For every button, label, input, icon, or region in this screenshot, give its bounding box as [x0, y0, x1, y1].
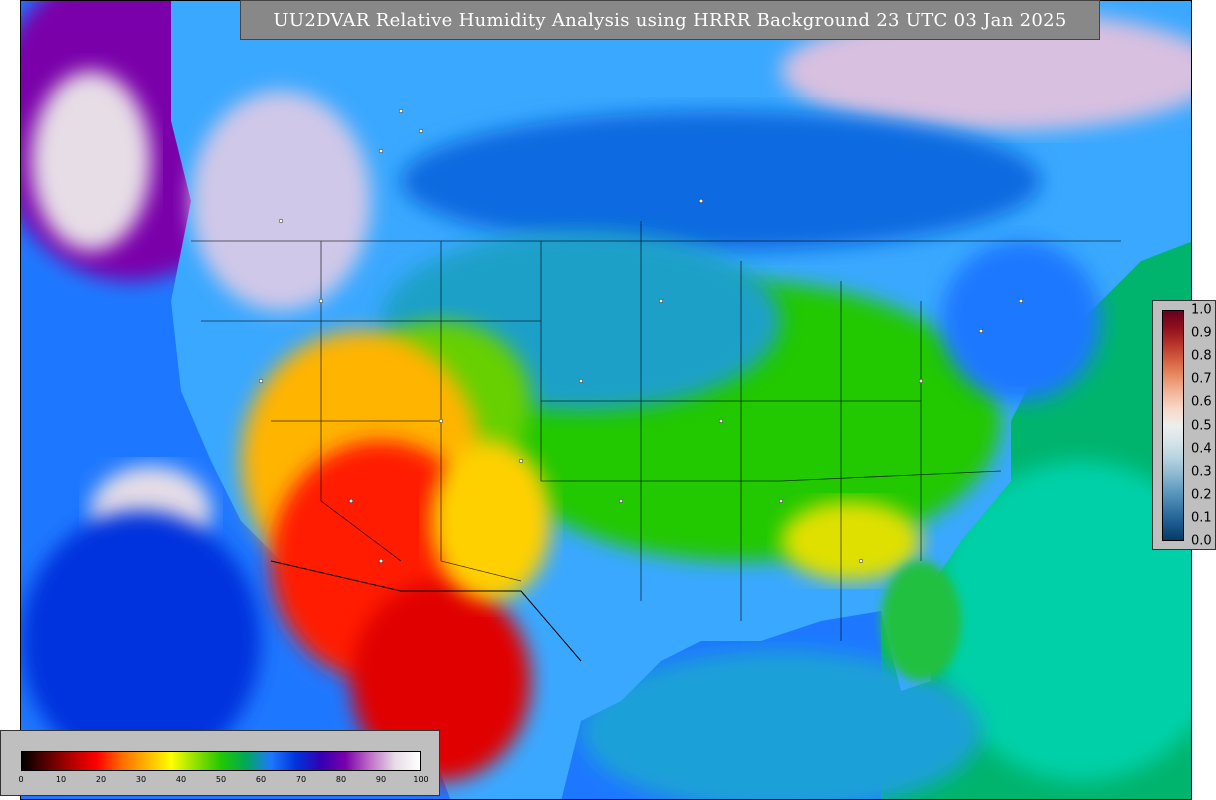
rh-tick-60: 60 — [255, 775, 267, 784]
northwest-mixed — [191, 91, 371, 311]
rh-colorbar-legend: 0 10 20 30 40 50 60 70 80 90 100 — [0, 730, 440, 796]
rh-tick-20: 20 — [95, 775, 107, 784]
pacific-saturated-zone — [31, 71, 151, 251]
ob-tick-0.5: 0.5 — [1191, 418, 1212, 433]
rh-tick-70: 70 — [295, 775, 307, 784]
map-title-box: UU2DVAR Relative Humidity Analysis using… — [240, 0, 1100, 40]
rh-tick-0: 0 — [18, 775, 24, 784]
observation-colorbar — [1162, 310, 1184, 541]
florida-green — [881, 561, 961, 681]
map-title: UU2DVAR Relative Humidity Analysis using… — [273, 9, 1067, 31]
ob-tick-0.2: 0.2 — [1191, 487, 1212, 503]
observation-colorbar-legend: 0.0 0.1 0.2 0.3 0.4 0.5 0.6 0.7 0.8 0.9 … — [1152, 300, 1216, 550]
ob-tick-0.4: 0.4 — [1191, 441, 1212, 457]
new-mexico-yellow — [431, 441, 551, 601]
rh-colorbar — [21, 751, 421, 771]
rh-tick-90: 90 — [375, 775, 387, 784]
ob-tick-0.7: 0.7 — [1191, 371, 1212, 387]
ob-tick-0.0: 0.0 — [1191, 533, 1212, 549]
ob-tick-0.3: 0.3 — [1191, 464, 1212, 480]
rh-tick-50: 50 — [215, 775, 227, 784]
ob-tick-0.1: 0.1 — [1191, 510, 1212, 526]
ob-tick-1.0: 1.0 — [1191, 302, 1212, 318]
canada-south-blue — [401, 111, 1041, 251]
northeast-blue — [941, 241, 1101, 401]
southeast-yellow — [781, 501, 921, 581]
rh-tick-10: 10 — [55, 775, 67, 784]
map-canvas — [21, 1, 1191, 799]
ob-tick-0.8: 0.8 — [1191, 348, 1212, 364]
ob-tick-0.6: 0.6 — [1191, 394, 1212, 410]
rh-analysis-map — [20, 0, 1192, 800]
rh-tick-40: 40 — [175, 775, 187, 784]
ob-tick-0.9: 0.9 — [1191, 325, 1212, 341]
rh-tick-100: 100 — [413, 775, 429, 784]
rh-tick-30: 30 — [135, 775, 147, 784]
rh-tick-80: 80 — [335, 775, 347, 784]
